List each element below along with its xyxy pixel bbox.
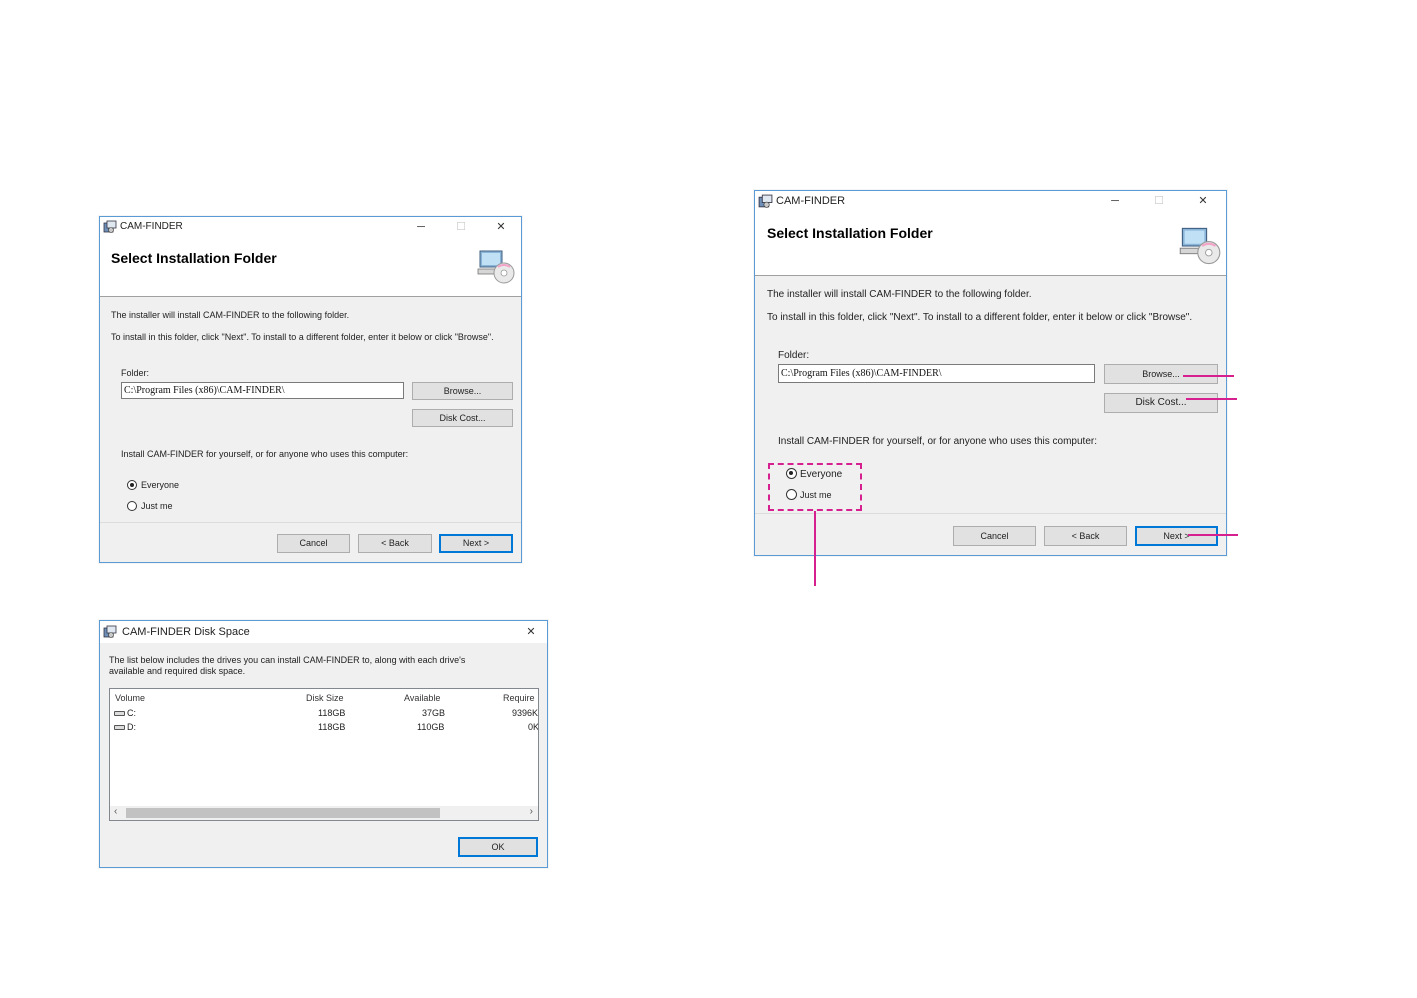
- ok-button[interactable]: OK: [458, 837, 538, 857]
- disk-size-cell: 118GB: [318, 722, 346, 732]
- browse-button[interactable]: Browse...: [412, 382, 513, 400]
- close-icon[interactable]: ✕: [524, 625, 538, 639]
- footer-divider: [755, 513, 1226, 514]
- page-title: Select Installation Folder: [767, 225, 933, 241]
- required-cell: 9396K: [512, 708, 539, 718]
- just-me-label[interactable]: Just me: [141, 501, 173, 511]
- disk-cost-button[interactable]: Disk Cost...: [412, 409, 513, 427]
- browse-callout-line: [1183, 375, 1234, 377]
- everyone-radio[interactable]: [127, 480, 137, 490]
- dialog-header: Select Installation Folder: [100, 237, 521, 297]
- scroll-left-icon[interactable]: ‹: [114, 806, 117, 817]
- title-bar: CAM-FINDER Disk Space ✕: [100, 621, 547, 643]
- installer-icon: [103, 220, 117, 233]
- scrollbar-thumb[interactable]: [126, 808, 440, 818]
- column-header-disk-size[interactable]: Disk Size: [306, 693, 344, 703]
- disk-cost-button[interactable]: Disk Cost...: [1104, 393, 1218, 413]
- column-header-required[interactable]: Require: [503, 693, 535, 703]
- title-bar: CAM-FINDER ─ ☐ ✕: [100, 217, 521, 237]
- next-callout-line: [1188, 534, 1238, 536]
- drive-list[interactable]: Volume Disk Size Available Require C: 11…: [109, 688, 539, 821]
- volume-cell: D:: [127, 722, 136, 732]
- table-row[interactable]: C: 118GB 37GB 9396K: [110, 707, 539, 720]
- disk-size-cell: 118GB: [318, 708, 346, 718]
- drive-icon: [114, 711, 125, 716]
- column-header-available[interactable]: Available: [404, 693, 440, 703]
- everyone-label[interactable]: Everyone: [141, 480, 179, 490]
- volume-cell: C:: [127, 708, 136, 718]
- back-button[interactable]: < Back: [1044, 526, 1127, 546]
- drive-icon: [114, 725, 125, 730]
- required-cell: 0K: [528, 722, 539, 732]
- intro-text: The installer will install CAM-FINDER to…: [767, 289, 1032, 300]
- available-cell: 110GB: [417, 722, 445, 732]
- maximize-icon: ☐: [456, 221, 466, 233]
- next-button[interactable]: Next >: [1135, 526, 1218, 546]
- description-line-2: available and required disk space.: [109, 666, 246, 676]
- folder-input[interactable]: C:\Program Files (x86)\CAM-FINDER\: [121, 382, 404, 399]
- available-cell: 37GB: [422, 708, 446, 718]
- cancel-button[interactable]: Cancel: [953, 526, 1036, 546]
- computer-cd-icon: [477, 250, 515, 284]
- install-folder-dialog-small: CAM-FINDER ─ ☐ ✕ Select Installation Fol…: [99, 216, 522, 563]
- radio-group-callout-line: [814, 511, 816, 586]
- minimize-icon[interactable]: ─: [414, 220, 428, 234]
- maximize-icon: ☐: [1154, 195, 1164, 207]
- install-scope-label: Install CAM-FINDER for yourself, or for …: [121, 449, 409, 459]
- computer-cd-icon: [1179, 227, 1221, 265]
- cancel-button[interactable]: Cancel: [277, 534, 350, 553]
- window-title: CAM-FINDER: [120, 221, 183, 232]
- install-scope-label: Install CAM-FINDER for yourself, or for …: [778, 436, 1098, 447]
- installer-icon: [758, 194, 773, 208]
- close-icon[interactable]: ✕: [494, 220, 508, 234]
- page-title: Select Installation Folder: [111, 250, 277, 266]
- footer-divider: [100, 522, 521, 523]
- column-header-volume[interactable]: Volume: [115, 693, 145, 703]
- folder-label: Folder:: [121, 368, 150, 378]
- title-bar: CAM-FINDER ─ ☐ ✕: [755, 191, 1226, 212]
- disk-space-dialog: CAM-FINDER Disk Space ✕ The list below i…: [99, 620, 548, 868]
- folder-label: Folder:: [778, 350, 810, 361]
- table-row[interactable]: D: 118GB 110GB 0K: [110, 721, 539, 734]
- close-icon[interactable]: ✕: [1196, 194, 1210, 208]
- instruction-text: To install in this folder, click "Next".…: [767, 312, 1193, 323]
- window-title: CAM-FINDER: [776, 195, 846, 207]
- browse-button[interactable]: Browse...: [1104, 364, 1218, 384]
- disk-cost-callout-line: [1186, 398, 1237, 400]
- instruction-text: To install in this folder, click "Next".…: [111, 332, 494, 342]
- dialog-header: Select Installation Folder: [755, 212, 1226, 276]
- back-button[interactable]: < Back: [358, 534, 432, 553]
- folder-input[interactable]: C:\Program Files (x86)\CAM-FINDER\: [778, 364, 1095, 383]
- just-me-radio[interactable]: [127, 501, 137, 511]
- installer-icon: [103, 625, 117, 638]
- intro-text: The installer will install CAM-FINDER to…: [111, 310, 350, 320]
- scroll-right-icon[interactable]: ›: [530, 806, 533, 817]
- description-line-1: The list below includes the drives you c…: [109, 655, 466, 665]
- horizontal-scrollbar[interactable]: ‹ ›: [110, 806, 538, 820]
- next-button[interactable]: Next >: [439, 534, 513, 553]
- radio-group-highlight: [768, 463, 862, 511]
- minimize-icon[interactable]: ─: [1108, 194, 1122, 208]
- window-title: CAM-FINDER Disk Space: [122, 626, 250, 638]
